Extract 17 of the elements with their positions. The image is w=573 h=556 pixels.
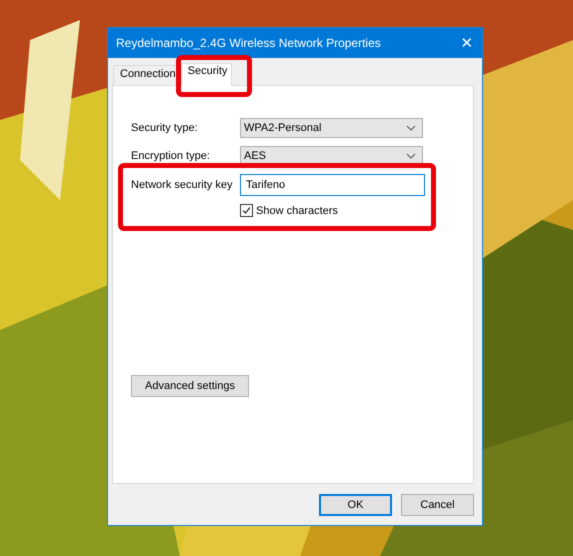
field-label: Security type: bbox=[131, 122, 199, 134]
input-field[interactable]: Tarifeno bbox=[240, 174, 425, 196]
field-label: Network security key bbox=[131, 179, 234, 191]
tab[interactable]: Security bbox=[180, 63, 232, 86]
checkbox[interactable] bbox=[240, 204, 253, 217]
dropdown[interactable]: WPA2-Personal bbox=[240, 118, 423, 138]
caret-icon bbox=[406, 125, 416, 131]
dialog-button[interactable]: Cancel bbox=[401, 494, 474, 516]
dialog-button[interactable]: OK bbox=[319, 494, 392, 516]
field-label: Encryption type: bbox=[131, 150, 211, 162]
checkbox-label: Show characters bbox=[256, 204, 338, 216]
caret-icon bbox=[406, 153, 416, 159]
dropdown-value: WPA2-Personal bbox=[244, 122, 322, 134]
advanced-settings-button[interactable]: Advanced settings bbox=[131, 375, 249, 397]
window-title: Reydelmambo_2.4G Wireless Network Properties bbox=[116, 36, 382, 50]
close-button[interactable]: ✕ bbox=[452, 34, 482, 52]
dropdown-value: AES bbox=[244, 150, 268, 162]
